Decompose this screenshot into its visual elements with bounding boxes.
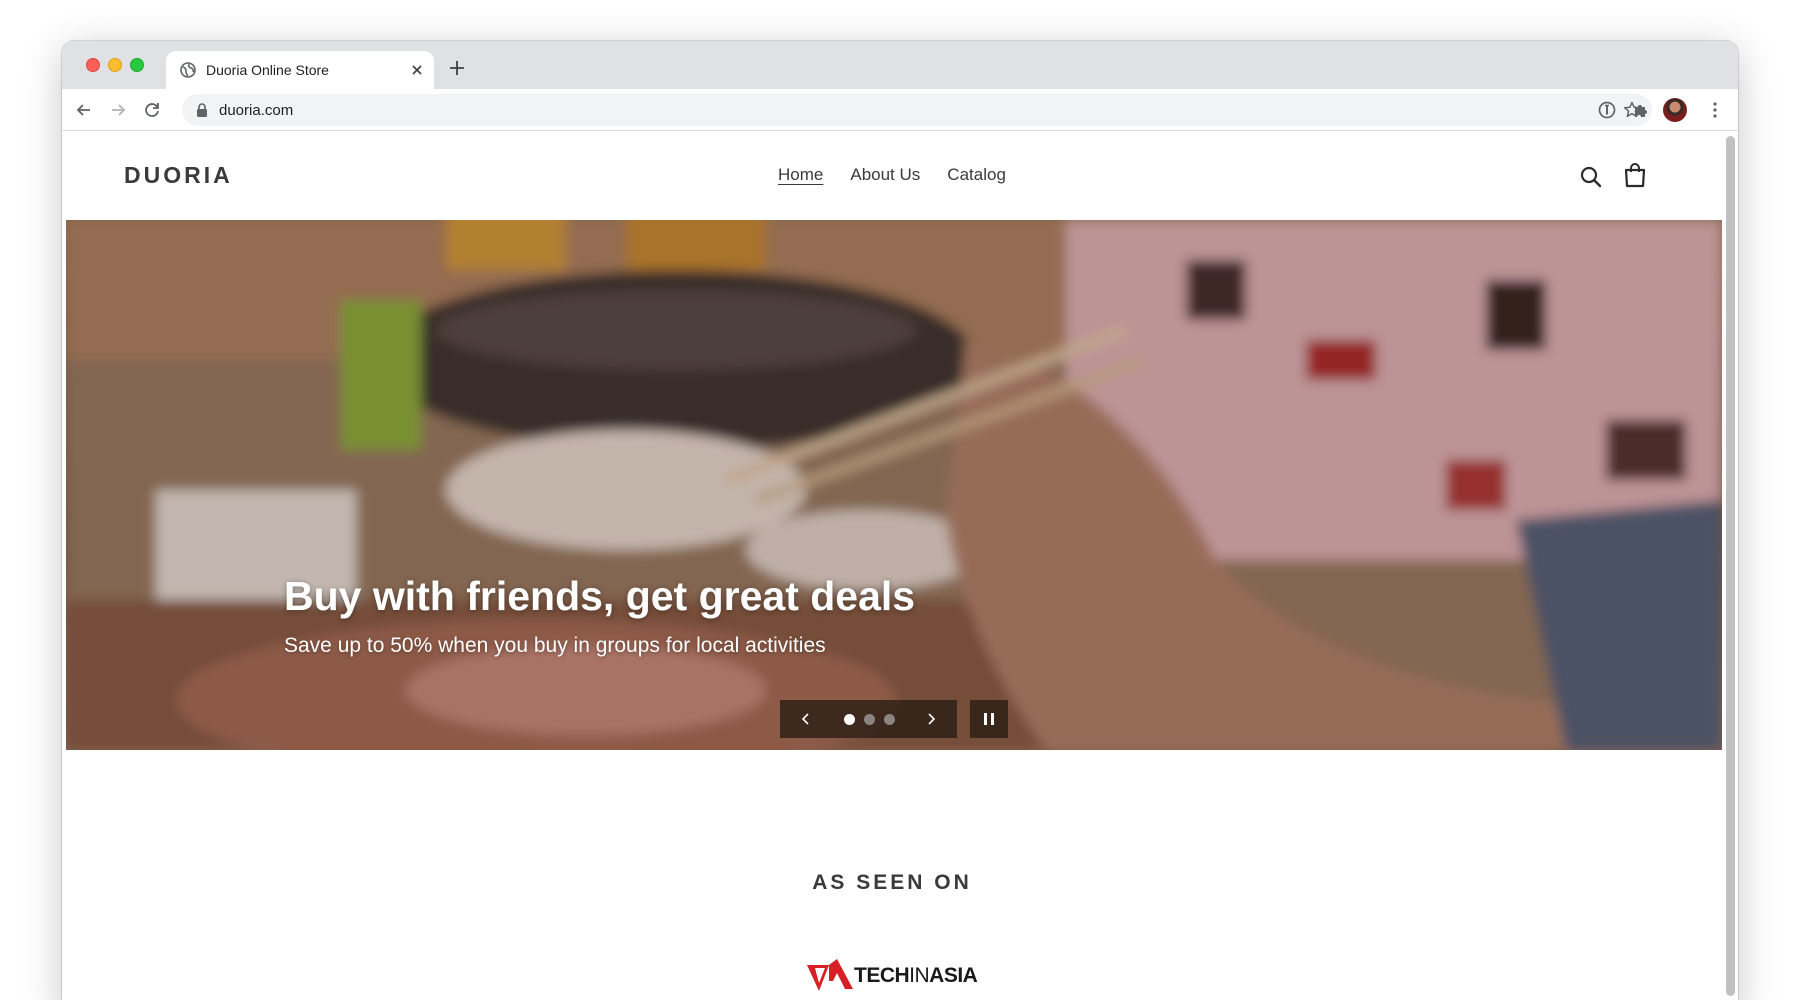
techinasia-mark-icon: [807, 959, 853, 991]
hero-headline: Buy with friends, get great deals: [284, 573, 916, 619]
url-text: duoria.com: [219, 102, 294, 119]
main-nav: Home About Us Catalog: [778, 165, 1006, 185]
forward-arrow-icon[interactable]: [108, 100, 128, 120]
reload-icon[interactable]: [142, 100, 162, 120]
wordmark-tech: TECH: [854, 964, 910, 987]
slideshow-controls: [780, 700, 957, 738]
back-arrow-icon[interactable]: [74, 100, 94, 120]
scrollbar-thumb[interactable]: [1726, 136, 1735, 996]
more-menu-icon[interactable]: [1705, 100, 1725, 120]
site-header: DUORIA Home About Us Catalog: [62, 132, 1722, 220]
browser-tab[interactable]: Duoria Online Store: [166, 51, 434, 89]
slide-dot-2[interactable]: [864, 714, 875, 725]
techinasia-wordmark: TECHINASIA: [854, 964, 978, 988]
address-bar[interactable]: duoria.com: [182, 94, 1652, 126]
chevron-left-icon[interactable]: [798, 711, 814, 727]
tab-title: Duoria Online Store: [206, 62, 329, 78]
tab-strip: Duoria Online Store: [62, 41, 1738, 89]
nav-catalog[interactable]: Catalog: [947, 165, 1006, 185]
wordmark-in: IN: [909, 964, 930, 987]
lock-icon: [197, 103, 207, 117]
pause-icon: [991, 713, 994, 725]
password-manager-icon[interactable]: [1597, 100, 1617, 120]
extensions-puzzle-icon[interactable]: [1631, 100, 1651, 120]
search-icon[interactable]: [1578, 164, 1604, 190]
hero-slideshow: Buy with friends, get great deals Save u…: [66, 220, 1722, 750]
slide-dot-3[interactable]: [884, 714, 895, 725]
hero-subheadline: Save up to 50% when you buy in groups fo…: [284, 634, 826, 657]
nav-home[interactable]: Home: [778, 165, 823, 185]
hero-overlay: [66, 220, 1722, 750]
store-logo[interactable]: DUORIA: [124, 162, 233, 189]
as-seen-on-heading: AS SEEN ON: [812, 871, 972, 894]
minimize-window-button[interactable]: [108, 58, 122, 72]
nav-about-us[interactable]: About Us: [850, 165, 920, 185]
page-viewport: DUORIA Home About Us Catalog Buy with fr…: [62, 132, 1738, 1000]
maximize-window-button[interactable]: [130, 58, 144, 72]
pause-button[interactable]: [970, 700, 1008, 738]
browser-toolbar: duoria.com: [62, 89, 1738, 131]
pause-icon: [984, 713, 987, 725]
close-tab-icon[interactable]: [409, 62, 425, 78]
profile-avatar[interactable]: [1663, 98, 1687, 122]
new-tab-icon[interactable]: [448, 59, 466, 77]
wordmark-asia: ASIA: [929, 964, 978, 987]
close-window-button[interactable]: [86, 58, 100, 72]
techinasia-logo: TECHINASIA: [807, 958, 978, 994]
globe-icon: [180, 62, 196, 78]
slide-dot-1[interactable]: [844, 714, 855, 725]
browser-window: Duoria Online Store duoria.com DUORIA Ho…: [62, 41, 1738, 1000]
chevron-right-icon[interactable]: [923, 711, 939, 727]
shopping-bag-icon[interactable]: [1623, 162, 1647, 188]
scrollbar[interactable]: [1723, 132, 1738, 1000]
